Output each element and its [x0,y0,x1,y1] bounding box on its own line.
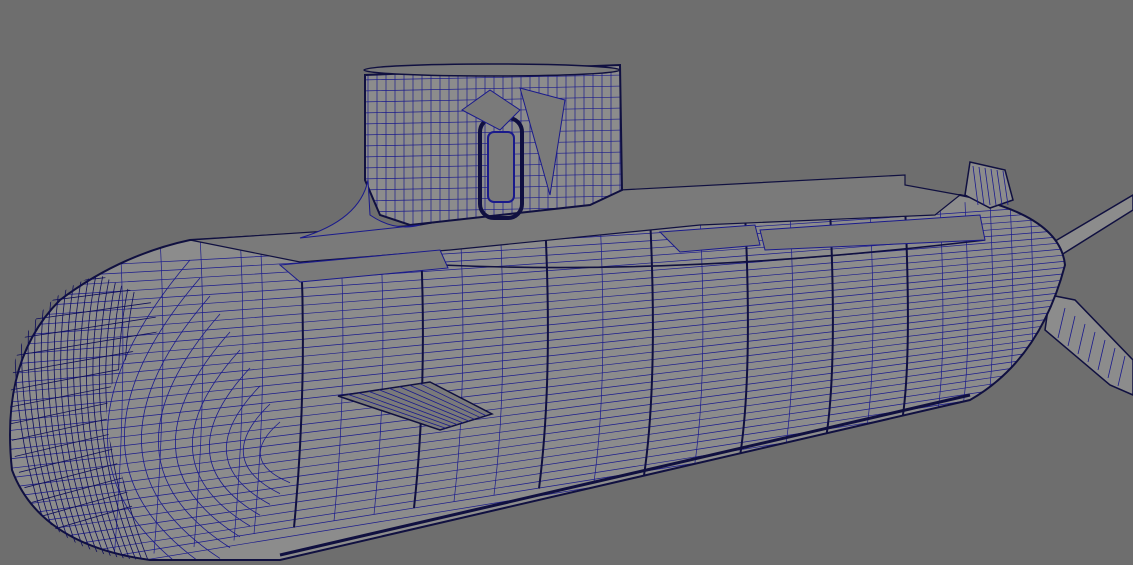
stern-fin [1044,294,1133,396]
hull [9,193,1067,561]
submarine-wireframe-model[interactable] [0,0,1133,565]
3d-viewport[interactable] [0,0,1133,565]
